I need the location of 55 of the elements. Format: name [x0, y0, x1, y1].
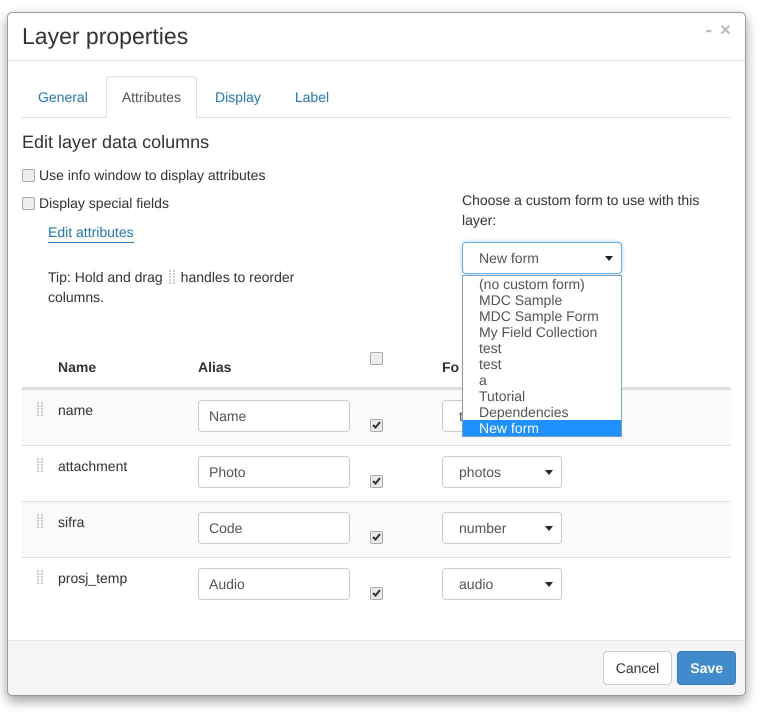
- window-title: Layer properties: [22, 23, 188, 50]
- select-all-checkbox[interactable]: [370, 352, 383, 365]
- column-header: Name: [58, 359, 98, 375]
- dropdown-option[interactable]: MDC Sample Form: [463, 308, 621, 324]
- alias-input[interactable]: Audio: [198, 568, 350, 600]
- checkbox-label: Display special fields: [39, 195, 169, 211]
- tip-text: handles to reorder: [180, 268, 294, 287]
- cancel-button[interactable]: Cancel: [602, 651, 672, 685]
- dropdown-option[interactable]: MDC Sample: [463, 292, 621, 308]
- tip-text: columns.: [48, 289, 104, 305]
- checkbox[interactable]: [370, 586, 383, 600]
- dropdown-option[interactable]: Tutorial: [463, 388, 621, 404]
- caret-icon: [545, 470, 553, 474]
- tab[interactable]: Attributes: [106, 76, 197, 118]
- dropdown-option[interactable]: Dependencies: [463, 404, 621, 420]
- tab[interactable]: Display: [198, 76, 277, 118]
- tab[interactable]: General: [22, 76, 104, 118]
- checkbox-label: Use info window to display attributes: [39, 167, 266, 183]
- save-button[interactable]: Save: [677, 651, 736, 685]
- alias-input[interactable]: Photo: [198, 456, 350, 488]
- custom-form-label: Choose a custom form to use with this layer:: [462, 191, 700, 230]
- drag-handle-icon[interactable]: [37, 514, 43, 528]
- dropdown-option[interactable]: (no custom form): [463, 276, 621, 292]
- drag-handle-icon[interactable]: [37, 402, 43, 416]
- format-select[interactable]: photos: [442, 456, 562, 488]
- dropdown-option[interactable]: a: [463, 372, 621, 388]
- column-header: Fo: [442, 359, 460, 375]
- tab[interactable]: Label: [278, 76, 346, 118]
- table-cell-text: name: [58, 401, 94, 420]
- table-cell-text: attachment: [58, 457, 128, 476]
- drag-handle-icon[interactable]: [168, 270, 175, 284]
- dropdown-option[interactable]: My Field Collection: [463, 324, 621, 340]
- tip-text: Tip: Hold and drag: [48, 268, 163, 287]
- format-select[interactable]: audio: [442, 568, 562, 600]
- custom-form-select[interactable]: New form: [462, 242, 622, 274]
- column-header: Alias: [198, 359, 232, 375]
- caret-icon: [605, 256, 613, 260]
- checkbox[interactable]: [22, 196, 35, 210]
- checkbox[interactable]: [22, 168, 35, 182]
- caret-icon: [545, 526, 553, 530]
- dropdown-option[interactable]: test: [463, 356, 621, 372]
- table-cell-text: prosj_temp: [58, 569, 128, 588]
- edit-attributes-link[interactable]: Edit attributes: [48, 224, 134, 243]
- checkbox[interactable]: [370, 474, 383, 488]
- alias-input[interactable]: Name: [198, 400, 350, 432]
- checkbox[interactable]: [370, 418, 383, 432]
- caret-icon: [545, 582, 553, 586]
- drag-handle-icon[interactable]: [37, 570, 43, 584]
- alias-input[interactable]: Code: [198, 512, 350, 544]
- table-cell-text: sifra: [58, 513, 86, 532]
- drag-handle-icon[interactable]: [37, 458, 43, 472]
- checkbox[interactable]: [370, 530, 383, 544]
- format-select[interactable]: number: [442, 512, 562, 544]
- section-title: Edit layer data columns: [22, 132, 210, 153]
- dropdown-option[interactable]: test: [463, 340, 621, 356]
